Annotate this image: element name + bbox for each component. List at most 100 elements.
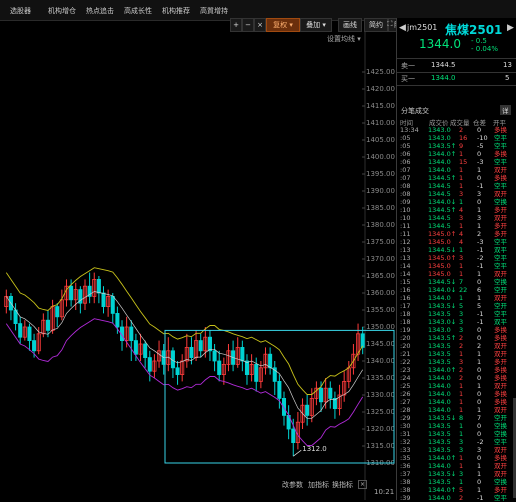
trade-oi-change: 0 [477,198,482,206]
ask-label: 卖一 [401,62,415,70]
trade-row: 13:34 1343.0 2 0 多换 [397,126,516,134]
trade-oi-change: 0 [477,326,482,334]
trade-volume: 2 [459,126,464,134]
candle-body [110,295,115,314]
trade-time: :06 [400,158,411,166]
trade-type: 多开 [494,230,507,238]
trade-volume: 2 [459,494,464,502]
trade-time: :07 [400,166,411,174]
zoom-out-button[interactable]: − [242,18,254,32]
add-indicator-button[interactable]: 加指标 [308,480,329,490]
trade-price: 1344.0 [428,166,451,174]
tab-institution-increase[interactable]: 机构增仓 [48,6,76,16]
trade-oi-change: 3 [477,190,482,198]
trade-row: :26 1344.0 1 0 多换 [397,390,516,398]
trade-oi-change: -1 [477,494,484,502]
prev-symbol-icon[interactable]: ◀ [399,23,406,33]
trade-oi-change: 1 [477,206,482,214]
fullscreen-icon[interactable]: ⛶ [385,18,395,30]
trade-oi-change: 1 [477,350,482,358]
trade-type: 空平 [494,134,507,142]
next-symbol-icon[interactable]: ▶ [507,23,514,33]
tab-high-quality[interactable]: 高質增持 [200,6,228,16]
trade-type: 双开 [494,342,507,350]
trade-price: 1344.0 [428,374,451,382]
trade-oi-change: 0 [477,390,482,398]
trade-row: :07 1344.5↑ 1 0 多换 [397,174,516,182]
close-icon[interactable]: × [358,480,368,489]
trades-title: 分笔成交 [401,107,429,115]
price-tick-label: 1375.00 [366,238,395,246]
fuquan-dropdown[interactable]: 复权 ▾ [266,18,300,32]
trade-volume: 3 [459,190,464,198]
trade-time: :13 [400,246,411,254]
trade-price: 1343.0 [428,126,451,134]
tab-stock-screener[interactable]: 选股器 [10,6,31,16]
trade-row: :05 1343.0 16 -10 空平 [397,134,516,142]
trade-oi-change: 6 [477,286,482,294]
candle-body [175,367,180,375]
trade-row: :32 1343.5 3 -2 空平 [397,438,516,446]
trade-time: :11 [400,230,411,238]
price-tick-label: 1350.00 [366,323,395,331]
trade-time: :05 [400,142,411,150]
trade-row: :29 1343.5↓ 8 7 空开 [397,414,516,422]
trade-time: :18 [400,318,411,326]
trade-row: :19 1343.0 3 0 多换 [397,326,516,334]
detail-button[interactable]: 详 [500,105,511,115]
trade-price: 1343.5↓ [428,302,457,310]
quote-summary: 1344.0 - 0.5 - 0.04% [397,37,516,55]
fuquan-label: 复权 [273,21,288,29]
symbol-header: ◀ jm2501 焦煤2501 ▶ [397,21,516,37]
trade-type: 多开 [494,358,507,366]
trade-price: 1344.0↑ [428,486,457,494]
trade-type: 双开 [494,462,507,470]
trade-price: 1344.5 [428,222,451,230]
trade-price: 1345.0 [428,238,451,246]
trade-volume: 1 [459,390,464,398]
trade-row: :20 1343.5 2 2 双开 [397,342,516,350]
trade-oi-change: 0 [477,150,482,158]
tab-hot-chase[interactable]: 热点追击 [86,6,114,16]
candle-body [240,346,245,362]
trade-row: :10 1344.5 3 3 双开 [397,214,516,222]
trade-row: :09 1344.0↓ 1 0 空换 [397,198,516,206]
trade-row: :15 1344.5↓ 7 0 空换 [397,278,516,286]
trade-price: 1343.5 [428,438,451,446]
trade-volume: 2 [459,342,464,350]
candle-body [198,340,203,352]
trade-type: 空平 [494,494,507,502]
trade-oi-change: -3 [477,238,484,246]
switch-indicator-button[interactable]: 换指标 [332,480,353,490]
change-params-button[interactable]: 改参数 [282,480,303,490]
zoom-in-button[interactable]: + [230,18,242,32]
trade-time: :35 [400,454,411,462]
overlay-dropdown[interactable]: 叠加 ▾ [300,18,332,32]
trade-oi-change: -5 [477,142,484,150]
trade-time: :26 [400,390,411,398]
divider [397,58,516,59]
trade-oi-change: -10 [477,134,488,142]
trade-type: 双平 [494,246,507,254]
trade-type: 空换 [494,278,507,286]
trade-time: :39 [400,494,411,502]
close-button[interactable]: × [254,18,266,32]
trade-price: 1345.0↑ [428,254,457,262]
kline-chart[interactable]: 1425.00 1420.00 1415.00 1410.00 1405.00 1400.… [0,32,395,500]
trade-time: :22 [400,358,411,366]
trade-oi-change: -2 [477,438,484,446]
price-tick-label: 1360.00 [366,289,395,297]
tab-high-growth[interactable]: 高成长性 [124,6,152,16]
trade-oi-change: 1 [477,222,482,230]
divider [397,85,516,86]
trade-time: :17 [400,302,411,310]
trade-type: 多换 [494,374,507,382]
trade-type: 双开 [494,190,507,198]
trade-row: :27 1344.0 1 0 多换 [397,398,516,406]
tab-institution-recommend[interactable]: 机构推荐 [162,6,190,16]
kline-svg[interactable]: 1425.00 1420.00 1415.00 1410.00 1405.00 1400.… [0,32,395,500]
trade-type: 空换 [494,198,507,206]
candle-body [244,360,250,375]
candle-body [32,340,37,352]
draw-line-button[interactable]: 画线 [338,18,362,32]
